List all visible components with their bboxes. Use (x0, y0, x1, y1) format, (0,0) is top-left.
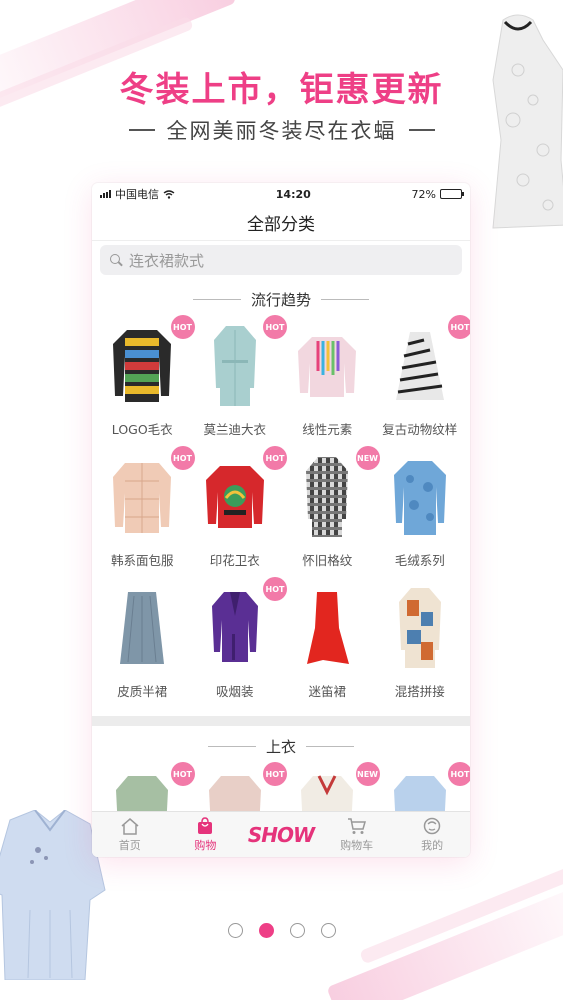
search-placeholder: 连衣裙款式 (129, 251, 205, 270)
page-dot-active[interactable] (258, 923, 274, 938)
header-line (321, 298, 369, 300)
search-wrapper: 连衣裙款式 (92, 241, 470, 279)
status-right: 72% (411, 187, 464, 201)
clock: 14:20 (275, 187, 311, 201)
signal-icon (100, 190, 111, 198)
tab-label: 购物车 (340, 838, 374, 852)
home-icon (121, 817, 139, 835)
category-item[interactable]: HOT LOGO毛衣 (96, 315, 195, 450)
show-logo: SHOW (247, 822, 315, 847)
tab-label: 购物 (194, 838, 217, 852)
section-header-tops: 上衣 (92, 726, 470, 766)
tuxedo-image (198, 585, 272, 671)
cart-icon (347, 817, 366, 834)
promo-subline-text: 全网美丽冬装尽在衣蝠 (166, 119, 397, 143)
wifi-icon (163, 189, 175, 199)
tab-show[interactable]: SHOW (243, 812, 319, 857)
page-dot[interactable] (320, 923, 336, 938)
header-line (192, 298, 241, 300)
category-label: 线性元素 (302, 422, 353, 437)
dash-left (128, 129, 155, 131)
section-header-trend: 流行趋势 (92, 279, 470, 319)
logo-sweater-image (105, 323, 179, 409)
trend-grid: HOT LOGO毛衣 HOT 莫兰迪大衣 线性元素 HOT 复古动物纹样 HOT… (92, 315, 470, 712)
tab-shop[interactable]: 购物 (168, 812, 244, 857)
category-label: 混搭拼接 (394, 684, 445, 699)
zebra-skirt-image (383, 323, 457, 409)
category-item[interactable]: 线性元素 (281, 319, 374, 450)
promo-subline: 全网美丽冬装尽在衣蝠 (0, 115, 563, 145)
category-label: 迷笛裙 (308, 684, 346, 699)
category-item[interactable]: NEW 怀旧格纹 (281, 446, 380, 581)
category-item[interactable]: 毛绒系列 (374, 450, 467, 581)
category-label: 莫兰迪大衣 (203, 422, 266, 437)
hot-badge: HOT (448, 762, 470, 786)
print-sweatshirt-image (198, 454, 272, 540)
section-divider (92, 716, 470, 726)
page-title: 全部分类 (92, 205, 470, 241)
profile-icon (423, 817, 441, 834)
page-dot[interactable] (289, 923, 305, 938)
carrier-label: 中国电信 (115, 188, 159, 201)
category-item[interactable]: HOT 印花卫衣 (189, 446, 287, 581)
tab-label: 我的 (421, 838, 444, 852)
category-item[interactable]: 混搭拼接 (374, 581, 467, 712)
leather-skirt-image (105, 585, 179, 671)
battery-icon (440, 189, 464, 199)
category-item[interactable]: 迷笛裙 (281, 581, 374, 712)
page-indicator (0, 923, 563, 938)
category-label: 毛绒系列 (394, 553, 445, 568)
category-item[interactable]: HOT 吸烟装 (189, 577, 287, 712)
category-item[interactable]: HOT 韩系面包服 (96, 446, 195, 581)
fur-coat-image (383, 454, 457, 540)
status-left: 中国电信 (100, 186, 175, 202)
tab-home[interactable]: 首页 (92, 812, 168, 857)
category-label: 皮质半裙 (117, 684, 168, 699)
section-title: 流行趋势 (250, 290, 311, 309)
section-title: 上衣 (265, 737, 296, 756)
category-label: LOGO毛衣 (111, 422, 173, 437)
category-label: 印花卫衣 (209, 553, 260, 568)
phone-screen: 中国电信 14:20 72% 全部分类 连衣裙款式 流行趋势 HOT LOGO毛… (92, 183, 470, 857)
promo-headline: 冬装上市，钜惠更新 (119, 70, 444, 110)
plaid-coat-image (290, 454, 364, 540)
puffer-jacket-image (105, 454, 179, 540)
tab-cart[interactable]: 购物车 (319, 812, 395, 857)
dash-right (408, 129, 435, 131)
status-bar: 中国电信 14:20 72% (92, 183, 470, 205)
line-sweater-image (290, 323, 364, 409)
battery-percent: 72% (411, 187, 436, 201)
category-label: 吸烟装 (215, 684, 254, 699)
tab-bar: 首页 购物 SHOW 购物车 我的 (92, 811, 470, 857)
category-label: 复古动物纹样 (382, 422, 458, 437)
morandi-coat-image (198, 323, 272, 409)
category-label: 怀旧格纹 (302, 553, 353, 568)
category-item[interactable]: HOT 复古动物纹样 (374, 315, 470, 450)
category-item[interactable]: 皮质半裙 (96, 581, 189, 712)
search-input[interactable]: 连衣裙款式 (100, 245, 462, 275)
category-item[interactable]: HOT 莫兰迪大衣 (189, 315, 287, 450)
hot-badge: HOT (448, 315, 470, 339)
tab-mine[interactable]: 我的 (394, 812, 470, 857)
page-dot[interactable] (227, 923, 243, 938)
header-line (207, 745, 256, 747)
tab-label: 首页 (118, 838, 141, 852)
patchwork-coat-image (383, 585, 457, 671)
midi-skirt-image (290, 585, 364, 671)
header-line (306, 745, 354, 747)
category-label: 韩系面包服 (110, 553, 174, 568)
search-icon (110, 253, 123, 267)
shopping-bag-icon (198, 816, 213, 834)
